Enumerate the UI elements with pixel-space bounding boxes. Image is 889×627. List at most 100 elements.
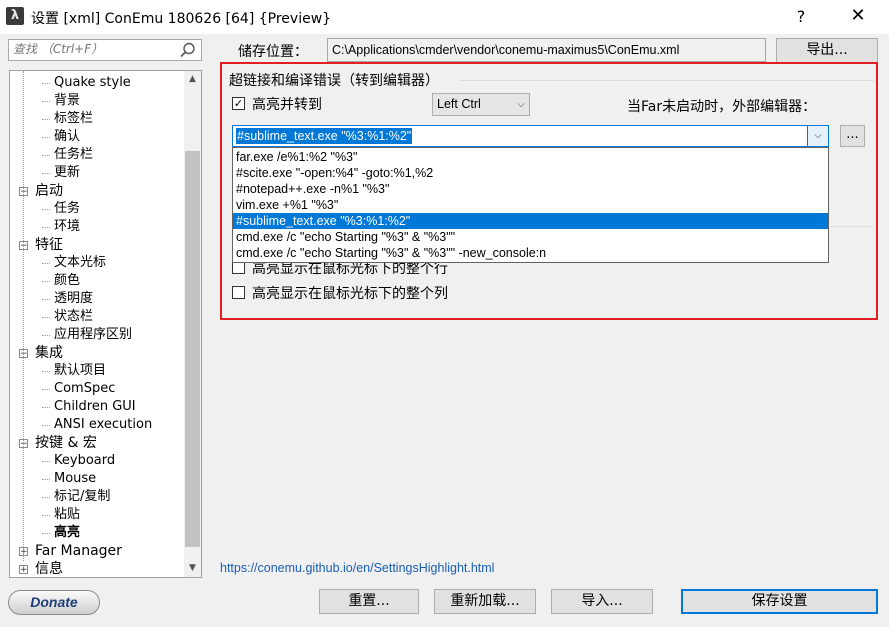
hyperlink-group-title: 超链接和编译错误（转到编辑器）	[229, 73, 439, 89]
scroll-down-arrow-icon[interactable]: ▼	[184, 560, 201, 577]
tree-item-label: 默认项目	[54, 363, 107, 378]
tree-item[interactable]: 按键 & 宏	[35, 434, 97, 452]
tree-connector	[42, 209, 50, 210]
tree-item[interactable]: 信息	[35, 560, 63, 577]
tree-connector	[42, 533, 50, 534]
tree-item[interactable]: Mouse	[54, 470, 96, 488]
modifier-key-select[interactable]: Left Ctrl ⌵	[432, 93, 530, 116]
search-input[interactable]	[13, 42, 173, 56]
tree-item-label: 启动	[35, 183, 63, 199]
scroll-up-arrow-icon[interactable]: ▲	[184, 71, 201, 88]
chevron-down-icon[interactable]: ⌵	[807, 126, 828, 146]
tree-item-label: 任务	[54, 201, 81, 216]
tree-item[interactable]: 启动	[35, 182, 63, 200]
tree-item-label: Children GUI	[54, 399, 136, 414]
tree-item[interactable]: 确认	[54, 128, 80, 146]
tree-item[interactable]: Children GUI	[54, 398, 136, 416]
tree-item[interactable]: ANSI execution	[54, 416, 152, 434]
search-box[interactable]	[8, 39, 202, 61]
tree-item[interactable]: 应用程序区别	[54, 326, 132, 344]
tree-connector	[42, 173, 50, 174]
import-button[interactable]: 导入...	[551, 589, 653, 614]
tree-item[interactable]: 任务栏	[54, 146, 93, 164]
export-button[interactable]: 导出...	[776, 38, 878, 63]
browse-editor-button[interactable]: ...	[840, 125, 865, 147]
highlight-goto-label: 高亮并转到	[252, 97, 322, 113]
modifier-key-value: Left Ctrl	[437, 97, 481, 111]
tree-item-label: 更新	[54, 165, 81, 180]
tree-item[interactable]: 默认项目	[54, 362, 106, 380]
external-editor-value[interactable]: #sublime_text.exe "%3:%1:%2"	[236, 128, 413, 144]
editor-option[interactable]: #sublime_text.exe "%3:%1:%2"	[233, 213, 828, 229]
tree-item[interactable]: ComSpec	[54, 380, 115, 398]
tree-item[interactable]: 更新	[54, 164, 80, 182]
external-editor-combobox[interactable]: #sublime_text.exe "%3:%1:%2" ⌵	[232, 125, 829, 147]
close-button[interactable]: ✕	[842, 4, 874, 28]
tree-item[interactable]: 透明度	[54, 290, 93, 308]
tree-item[interactable]: Keyboard	[54, 452, 115, 470]
highlight-goto-checkbox[interactable]: ✓	[232, 97, 245, 110]
tree-item[interactable]: 标签栏	[54, 110, 93, 128]
tree-connector	[42, 335, 50, 336]
help-button[interactable]: ?	[786, 6, 816, 28]
tree-item-label: 标签栏	[54, 111, 94, 126]
tree-item-label: Mouse	[54, 471, 97, 486]
tree-item-label: ComSpec	[54, 381, 116, 396]
tree-item[interactable]: Far Manager	[35, 542, 122, 560]
editor-option[interactable]: vim.exe +%1 "%3"	[233, 197, 828, 213]
tree-item[interactable]: 集成	[35, 344, 63, 362]
reset-button[interactable]: 重置...	[319, 589, 419, 614]
tree-item[interactable]: 高亮	[54, 524, 80, 542]
save-settings-button[interactable]: 保存设置	[681, 589, 878, 614]
tree-item-label: 确认	[54, 129, 81, 144]
tree-item-label: 高亮	[54, 525, 81, 540]
tree-item[interactable]: 标记/复制	[54, 488, 110, 506]
editor-option[interactable]: far.exe /e%1:%2 "%3"	[233, 149, 828, 165]
tree-connector	[42, 299, 50, 300]
tree-item-label: 标记/复制	[54, 489, 111, 504]
tree-connector	[42, 515, 50, 516]
editor-option[interactable]: #notepad++.exe -n%1 "%3"	[233, 181, 828, 197]
tree-item[interactable]: 环境	[54, 218, 80, 236]
reload-button[interactable]: 重新加载...	[434, 589, 536, 614]
settings-help-link[interactable]: https://conemu.github.io/en/SettingsHigh…	[220, 561, 494, 575]
tree-item-label: 环境	[54, 219, 81, 234]
tree-item-label: 特征	[35, 237, 63, 253]
window-title: 设置 [xml] ConEmu 180626 [64] {Preview}	[31, 11, 332, 27]
storage-location-label: 储存位置：	[238, 44, 308, 60]
tree-item-label: ANSI execution	[54, 417, 153, 432]
editor-option[interactable]: #scite.exe "-open:%4" -goto:%1,%2	[233, 165, 828, 181]
donate-button[interactable]: Donate	[8, 590, 100, 615]
tree-scrollbar[interactable]: ▲ ▼	[184, 71, 201, 577]
tree-item-label: 集成	[35, 345, 63, 361]
tree-item-label: Far Manager	[35, 543, 122, 559]
tree-item[interactable]: Quake style	[54, 74, 131, 92]
expand-icon[interactable]: +	[19, 565, 28, 575]
editor-option[interactable]: cmd.exe /c "echo Starting "%3" & "%3""	[233, 229, 828, 245]
tree-item[interactable]: 任务	[54, 200, 80, 218]
tree-connector	[23, 71, 24, 561]
editor-dropdown-list[interactable]: far.exe /e%1:%2 "%3" #scite.exe "-open:%4…	[232, 147, 829, 263]
tree-connector	[42, 407, 50, 408]
tree-connector	[42, 101, 50, 102]
tree-item-label: 按键 & 宏	[35, 435, 97, 451]
highlight-column-checkbox[interactable]	[232, 286, 245, 299]
tree-item-label: 文本光标	[54, 255, 107, 270]
editor-option[interactable]: cmd.exe /c "echo Starting "%3" & "%3"" -…	[233, 245, 828, 261]
tree-item[interactable]: 文本光标	[54, 254, 106, 272]
conemu-app-icon: λ	[6, 7, 24, 25]
highlight-column-label: 高亮显示在鼠标光标下的整个列	[252, 286, 448, 302]
scroll-thumb[interactable]	[185, 151, 200, 547]
tree-item-label: 背景	[54, 93, 81, 108]
tree-item[interactable]: 粘贴	[54, 506, 80, 524]
external-editor-label: 当Far未启动时，外部编辑器：	[627, 99, 817, 115]
tree-item-label: 颜色	[54, 273, 81, 288]
tree-item[interactable]: 颜色	[54, 272, 80, 290]
settings-tree[interactable]: Quake style 背景 标签栏 确认 任务栏 更新 启动 − 任务 环境 特征 − 文本光标 颜色透…	[9, 70, 202, 578]
tree-connector	[42, 137, 50, 138]
tree-item[interactable]: 背景	[54, 92, 80, 110]
tree-connector	[42, 227, 50, 228]
tree-item[interactable]: 特征	[35, 236, 63, 254]
group-divider	[830, 226, 874, 227]
tree-item[interactable]: 状态栏	[54, 308, 93, 326]
